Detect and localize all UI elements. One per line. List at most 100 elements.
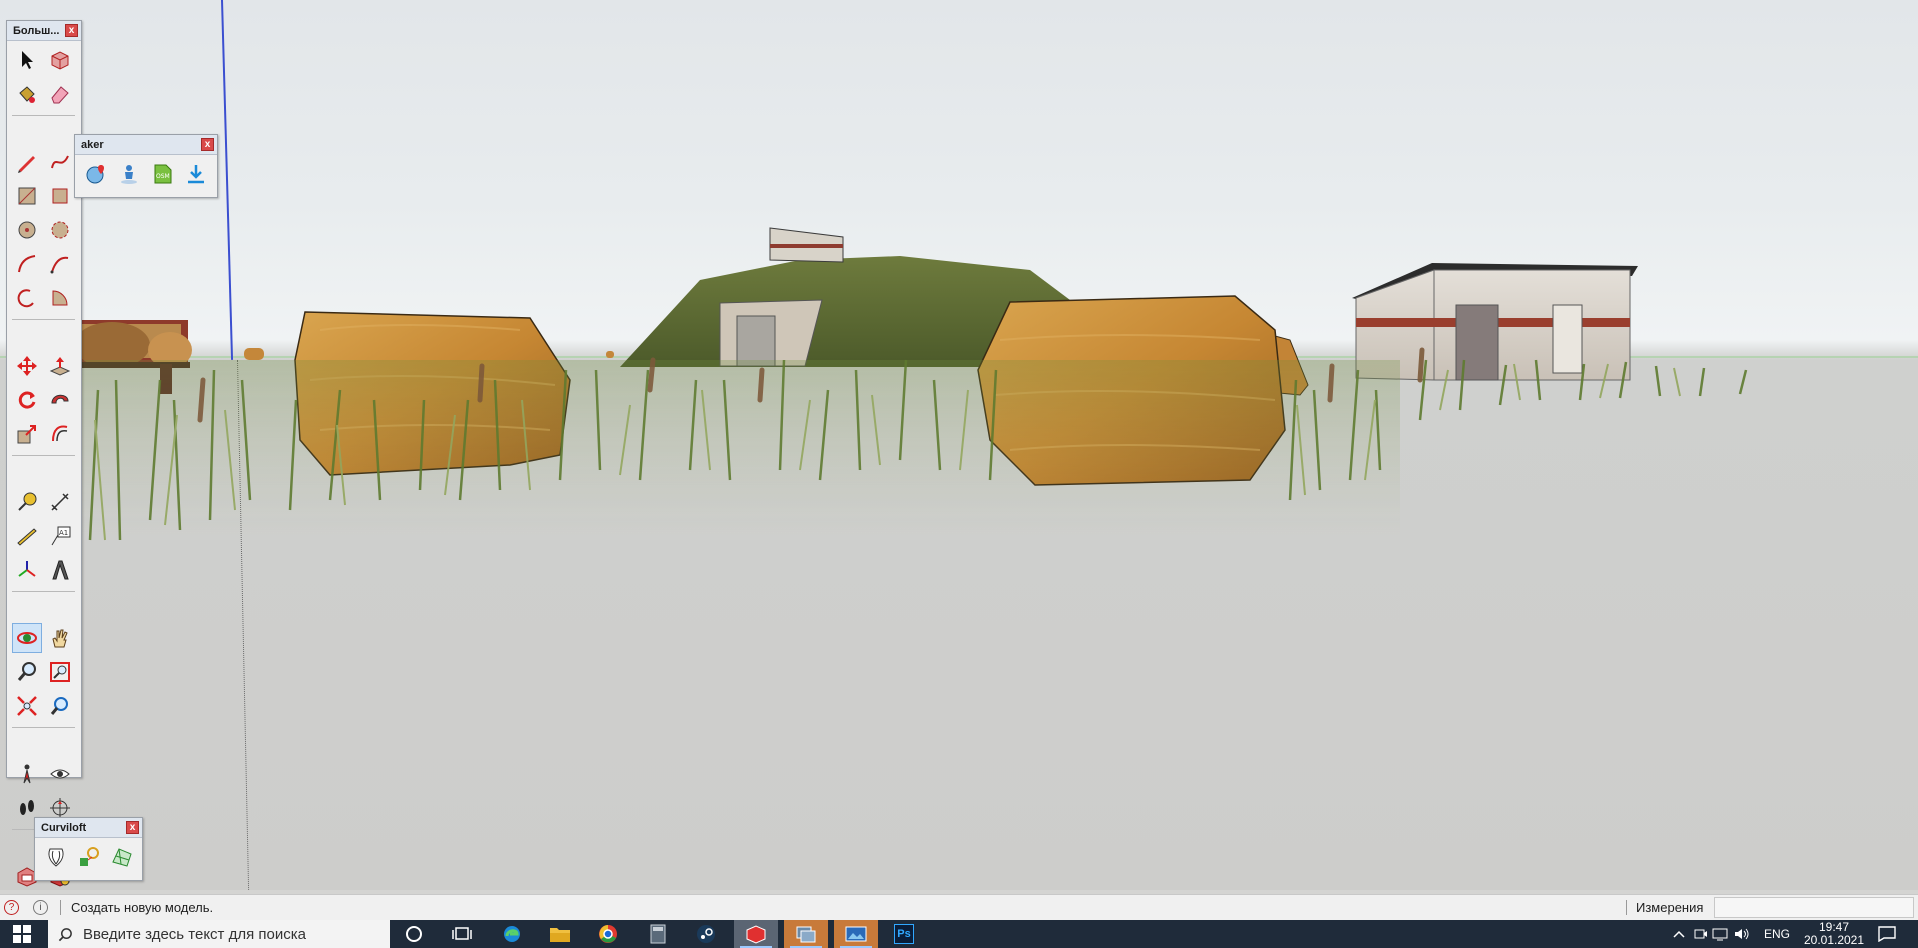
palette-title: Больш... (13, 25, 60, 37)
notifications-button[interactable] (1878, 920, 1896, 948)
zoom-window-tool[interactable] (45, 657, 75, 687)
text-tool[interactable]: A1 (45, 521, 75, 551)
eraser-icon (51, 86, 69, 104)
palette-title-bar[interactable]: Curviloft x (35, 818, 142, 838)
rectangle-tool[interactable] (12, 181, 42, 211)
photos-icon (845, 926, 867, 942)
close-button[interactable]: x (126, 821, 139, 834)
cortana-button[interactable] (392, 920, 436, 948)
previous-view-tool[interactable] (45, 691, 75, 721)
two-point-arc-tool[interactable] (45, 249, 75, 279)
search-input[interactable] (83, 925, 373, 943)
dimension-tool[interactable] (45, 487, 75, 517)
rotated-rectangle-icon (52, 188, 68, 204)
tape-measure-icon (18, 492, 37, 511)
measurements-input[interactable] (1714, 897, 1914, 918)
magnifier-icon (17, 662, 36, 681)
push-pull-tool[interactable] (45, 351, 75, 381)
line-tool[interactable] (12, 147, 42, 177)
start-button[interactable] (0, 920, 44, 948)
pan-tool[interactable] (45, 623, 75, 653)
loft-by-spline-tool[interactable] (41, 842, 70, 872)
taskbar-app-calculator[interactable] (636, 920, 680, 948)
palette-title: aker (81, 139, 104, 151)
pie-tool[interactable] (45, 283, 75, 313)
palette-title-bar[interactable]: aker x (75, 135, 217, 155)
taskbar-app-photos[interactable] (834, 920, 878, 948)
language-indicator[interactable]: ENG (1764, 920, 1790, 948)
curviloft-toolbar: Curviloft x (34, 817, 143, 881)
loft-along-path-tool[interactable] (74, 842, 103, 872)
tray-icon-network[interactable] (1712, 920, 1728, 948)
taskbar-app-steam[interactable] (684, 920, 728, 948)
person-icon (23, 764, 31, 784)
orbit-tool[interactable] (12, 623, 42, 653)
scale-tool[interactable] (12, 419, 42, 449)
circle-tool[interactable] (12, 215, 42, 245)
download-icon (188, 165, 205, 184)
position-camera-tool[interactable] (12, 759, 42, 789)
system-clock[interactable]: 19:47 20.01.2021 (1796, 921, 1872, 947)
model-viewport[interactable] (0, 0, 1918, 890)
move-tool[interactable] (12, 351, 42, 381)
rotate-tool[interactable] (12, 385, 42, 415)
taskbar-app-filemanager[interactable] (784, 920, 828, 948)
close-button[interactable]: x (65, 24, 78, 37)
taskbar-app-edge[interactable] (490, 920, 534, 948)
download-tool[interactable] (182, 159, 212, 189)
look-around-tool[interactable] (45, 759, 75, 789)
svg-text:OSM: OSM (156, 173, 170, 180)
separator (60, 900, 61, 915)
palette-title-bar[interactable]: Больш... x (7, 21, 81, 41)
scale-icon (17, 425, 36, 444)
toolbar-row (35, 838, 142, 876)
chrome-icon (599, 925, 617, 943)
distant-bale (244, 348, 264, 360)
axes-tool[interactable] (12, 555, 42, 585)
toggle-terrain-tool[interactable] (115, 159, 145, 189)
move-icon (17, 356, 37, 376)
close-button[interactable]: x (201, 138, 214, 151)
taskbar-app-chrome[interactable] (586, 920, 630, 948)
select-tool[interactable] (12, 45, 42, 75)
tool-grid: A1 (7, 41, 81, 933)
tray-icon-volume[interactable] (1734, 920, 1750, 948)
rotated-rectangle-tool[interactable] (45, 181, 75, 211)
search-icon (58, 927, 72, 941)
loft-spline-icon (47, 848, 64, 867)
polygon-tool[interactable] (45, 215, 75, 245)
zoom-extents-tool[interactable] (12, 691, 42, 721)
taskbar-app-photoshop[interactable]: Ps (882, 920, 926, 948)
tape-measure-tool[interactable] (12, 487, 42, 517)
make-component-tool[interactable] (45, 45, 75, 75)
rectangle-icon (18, 187, 36, 205)
freehand-tool[interactable] (45, 147, 75, 177)
task-view-button[interactable] (440, 920, 484, 948)
toolbar-row: OSM (75, 155, 217, 193)
geolocation-status-icon[interactable]: ? (4, 900, 19, 915)
rotate-icon (18, 391, 36, 409)
skinning-tool[interactable] (107, 842, 136, 872)
eraser-tool[interactable] (45, 79, 75, 109)
show-hidden-icons-button[interactable] (1672, 920, 1686, 948)
protractor-tool[interactable] (12, 521, 42, 551)
tray-icon-meet[interactable] (1694, 920, 1708, 948)
zoom-tool[interactable] (12, 657, 42, 687)
eye-icon (50, 769, 70, 779)
three-point-arc-tool[interactable] (12, 283, 42, 313)
3d-text-tool[interactable] (45, 555, 75, 585)
arc-tool[interactable] (12, 249, 42, 279)
taskbar-app-explorer[interactable] (538, 920, 582, 948)
folder-icon (550, 928, 570, 942)
offset-tool[interactable] (45, 419, 75, 449)
info-icon[interactable]: i (33, 900, 48, 915)
osm-import-tool[interactable]: OSM (148, 159, 178, 189)
add-location-tool[interactable] (81, 159, 111, 189)
distant-bale (606, 351, 614, 358)
taskbar-app-sketchup[interactable] (734, 920, 778, 948)
taskbar-search-box[interactable] (48, 920, 390, 948)
follow-me-tool[interactable] (45, 385, 75, 415)
paint-bucket-tool[interactable] (12, 79, 42, 109)
status-message: Создать новую модель. (71, 900, 214, 915)
chevron-up-icon (1673, 930, 1685, 938)
